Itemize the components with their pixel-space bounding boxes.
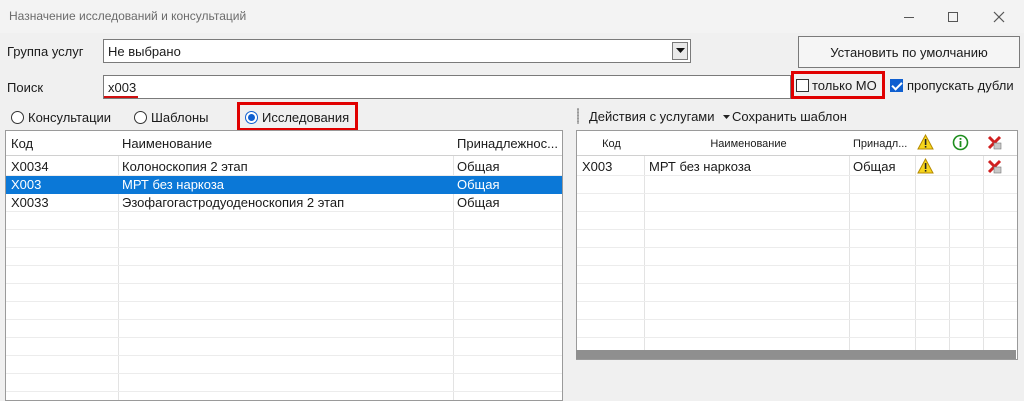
chevron-down-icon	[723, 115, 731, 120]
title-bar: Назначение исследований и консультаций	[0, 0, 1024, 33]
set-default-button[interactable]: Установить по умолчанию	[798, 36, 1020, 68]
left-panel: Консультации Шаблоны Исследования Код На…	[2, 102, 566, 401]
cell-name: МРТ без наркоза	[122, 177, 225, 192]
only-mo-checkbox[interactable]	[796, 79, 809, 92]
close-icon	[993, 11, 1005, 22]
column-header-code[interactable]: Код	[577, 135, 643, 153]
only-mo-label: только МО	[812, 78, 877, 93]
group-label: Группа услуг	[7, 44, 84, 59]
warning-icon	[917, 157, 934, 174]
group-select-value: Не выбрано	[108, 44, 181, 59]
column-header-code[interactable]: Код	[8, 135, 116, 153]
delete-icon	[987, 159, 1002, 174]
maximize-button[interactable]	[930, 0, 976, 33]
radio-consultations[interactable]	[11, 111, 24, 124]
group-select[interactable]: Не выбрано	[103, 39, 691, 63]
chevron-down-icon	[675, 48, 685, 53]
minimize-icon	[904, 16, 914, 18]
delete-icon[interactable]	[986, 134, 1003, 154]
column-header-owner[interactable]: Принадл...	[850, 135, 914, 153]
table-row[interactable]: X0034 Колоноскопия 2 этап Общая	[6, 158, 562, 176]
table-row-selected[interactable]: X003 МРТ без наркоза Общая	[6, 176, 562, 194]
delete-icon	[987, 135, 1002, 150]
table-row[interactable]: X003 МРТ без наркоза Общая	[577, 157, 1017, 178]
actions-menu-label: Действия с услугами	[589, 109, 715, 124]
cell-name: Колоноскопия 2 этап	[122, 159, 248, 174]
cell-code: X0034	[11, 159, 49, 174]
cell-code: X003	[11, 177, 42, 192]
cell-name: Эзофагогастродуоденоскопия 2 этап	[122, 195, 345, 210]
cell-owner: Общая	[853, 159, 896, 174]
dropdown-arrow-button[interactable]	[672, 42, 688, 60]
cell-owner: Общая	[457, 159, 500, 174]
column-header-name[interactable]: Наименование	[645, 135, 849, 153]
toolbar-grip	[577, 108, 579, 124]
save-template-button[interactable]: Сохранить шаблон	[732, 109, 847, 124]
table-row[interactable]: X0033 Эзофагогастродуоденоскопия 2 этап …	[6, 194, 562, 212]
radio-research[interactable]	[245, 111, 258, 124]
warning-icon	[917, 133, 934, 150]
maximize-icon	[948, 11, 958, 22]
table-header: Код Наименование Принадл...	[577, 131, 1017, 156]
cell-code: X0033	[11, 195, 49, 210]
column-header-owner[interactable]: Принадлежнос...	[454, 135, 562, 153]
selected-services-table: Код Наименование Принадл... X003 МРТ без…	[576, 130, 1018, 360]
warning-icon[interactable]	[917, 133, 934, 153]
radio-research-label[interactable]: Исследования	[262, 110, 349, 125]
cell-owner: Общая	[457, 195, 500, 210]
column-header-name[interactable]: Наименование	[119, 135, 449, 153]
radio-templates[interactable]	[134, 111, 147, 124]
dialog-window: Назначение исследований и консультаций Г…	[0, 0, 1024, 401]
cell-code: X003	[582, 159, 613, 174]
row-warning-icon[interactable]	[917, 157, 934, 177]
table-header: Код Наименование Принадлежнос...	[6, 131, 562, 156]
search-input[interactable]	[104, 76, 790, 98]
search-label: Поиск	[7, 80, 44, 95]
info-icon[interactable]	[952, 134, 969, 154]
search-highlight-underline	[104, 96, 138, 98]
cell-name: МРТ без наркоза	[649, 159, 752, 174]
cell-owner: Общая	[457, 177, 500, 192]
row-delete-icon[interactable]	[986, 158, 1003, 178]
radio-templates-label[interactable]: Шаблоны	[151, 110, 209, 125]
radio-consultations-label[interactable]: Консультации	[28, 110, 111, 125]
info-icon	[952, 134, 969, 151]
minimize-button[interactable]	[886, 0, 932, 33]
close-button[interactable]	[976, 0, 1022, 33]
skip-duplicates-label: пропускать дубли	[907, 78, 1014, 93]
actions-menu[interactable]: Действия с услугами	[589, 109, 731, 124]
services-table: Код Наименование Принадлежнос... X0034 К…	[5, 130, 563, 401]
search-field[interactable]	[103, 75, 791, 99]
window-title: Назначение исследований и консультаций	[9, 9, 247, 23]
horizontal-scrollbar[interactable]	[576, 350, 1016, 359]
skip-duplicates-checkbox[interactable]	[890, 79, 903, 92]
